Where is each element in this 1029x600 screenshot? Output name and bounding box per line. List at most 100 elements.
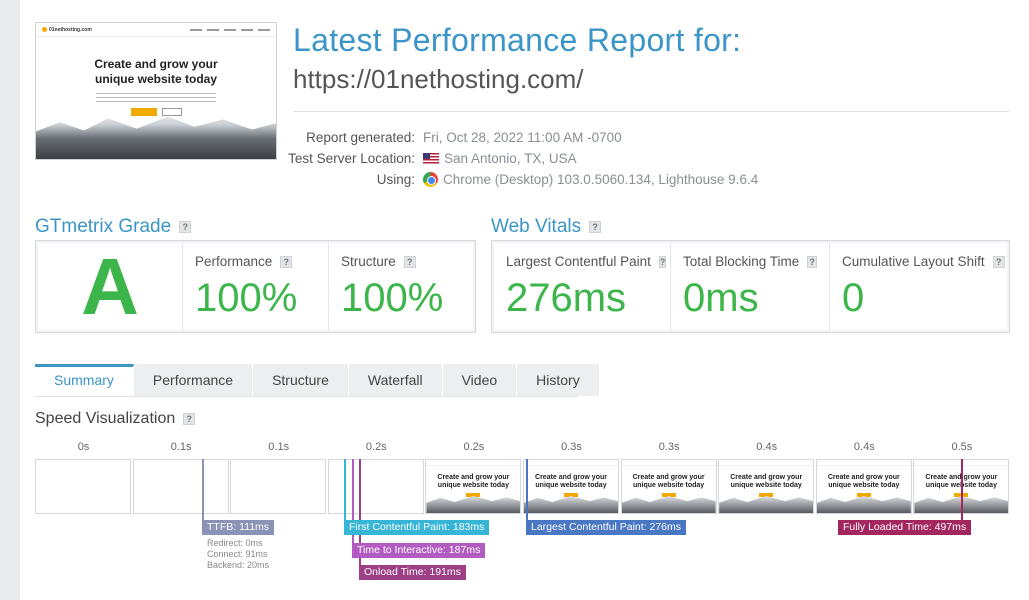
- help-icon[interactable]: ?: [183, 413, 196, 425]
- help-icon[interactable]: ?: [589, 221, 602, 233]
- filmstrip-frame[interactable]: Create and grow your unique website today: [718, 459, 815, 514]
- frame-nav: [621, 460, 716, 466]
- meta-label: Test Server Location:: [288, 151, 415, 166]
- help-icon[interactable]: ?: [658, 255, 667, 268]
- tab-video[interactable]: Video: [442, 364, 518, 396]
- onload-tag[interactable]: Onload Time: 191ms: [359, 565, 466, 580]
- tab-summary[interactable]: Summary: [35, 364, 134, 396]
- timeline-label: 0.4s: [853, 441, 875, 453]
- frame-headline-2: unique website today: [437, 482, 509, 489]
- structure-score: 100%: [341, 276, 444, 320]
- timeline-label: 0s: [77, 441, 90, 453]
- tab-structure[interactable]: Structure: [253, 364, 349, 396]
- browser-version: Chrome (Desktop) 103.0.5060.134, Lightho…: [443, 172, 759, 187]
- filmstrip: Create and grow your unique website today…: [35, 459, 1011, 514]
- meta-report-generated: Report generated: Fri, Oct 28, 2022 11:0…: [260, 127, 758, 148]
- frame-headline-2: unique website today: [730, 482, 802, 489]
- thumbnail-hero: Create and grow your unique website toda…: [36, 37, 276, 116]
- report-card: 01nethosting.com Create and grow your un…: [20, 0, 1029, 600]
- lcp-value: 276ms: [506, 276, 627, 320]
- thumbnail-nav: 01nethosting.com: [36, 23, 276, 37]
- tbt-label: Total Blocking Time: [683, 254, 800, 269]
- frame-headline-1: Create and grow your: [827, 474, 900, 481]
- timeline-label: 0.4s: [756, 441, 778, 453]
- report-url: https://01nethosting.com/: [293, 64, 584, 94]
- tab-waterfall[interactable]: Waterfall: [348, 364, 443, 396]
- grade-cell: A: [38, 243, 183, 330]
- thumbnail-logo: 01nethosting.com: [42, 27, 92, 33]
- web-vitals-title: Web Vitals: [491, 216, 582, 237]
- lcp-marker-line: [526, 459, 528, 521]
- help-icon[interactable]: ?: [403, 255, 416, 268]
- filmstrip-frame[interactable]: Create and grow your unique website today: [620, 459, 717, 514]
- frame-headline-1: Create and grow your: [632, 474, 705, 481]
- divider: [293, 111, 1009, 112]
- connect-time: Connect: 91ms: [207, 549, 268, 559]
- filmstrip-frame[interactable]: [35, 459, 131, 514]
- help-icon[interactable]: ?: [992, 255, 1005, 268]
- thumbnail-headline-2: unique website today: [94, 72, 217, 86]
- thumbnail-buttons: [36, 108, 276, 116]
- ttfb-tag[interactable]: TTFB: 111ms: [202, 520, 275, 535]
- frame-headline-1: Create and grow your: [437, 474, 510, 481]
- frame-mountains: [719, 496, 814, 513]
- gtmetrix-grade-panel: A Performance? 100% Structure? 100%: [35, 240, 476, 333]
- meta-server-location: Test Server Location: San Antonio, TX, U…: [260, 148, 758, 169]
- lcp-label: Largest Contentful Paint: [506, 254, 651, 269]
- lcp-metric: Largest Contentful Paint? 276ms: [494, 243, 671, 330]
- structure-metric: Structure? 100%: [329, 243, 473, 330]
- cls-metric: Cumulative Layout Shift? 0: [830, 243, 1017, 330]
- fully-loaded-marker-line: [961, 459, 963, 521]
- frame-mountains: [621, 496, 716, 513]
- help-icon[interactable]: ?: [280, 255, 293, 268]
- gtmetrix-grade-title: GTmetrix Grade: [35, 216, 172, 237]
- filmstrip-frame[interactable]: Create and grow your unique website today: [815, 459, 912, 514]
- tab-performance[interactable]: Performance: [133, 364, 254, 396]
- report-date: Fri, Oct 28, 2022 11:00 AM -0700: [423, 130, 622, 145]
- fcp-tag[interactable]: First Contentful Paint: 183ms: [344, 520, 490, 535]
- frame-nav: [524, 460, 618, 466]
- lcp-tag[interactable]: Largest Contentful Paint: 276ms: [526, 520, 687, 535]
- meta-label: Using:: [376, 172, 415, 187]
- filmstrip-frame[interactable]: [327, 459, 424, 514]
- speed-visualization-heading: Speed Visualization ?: [35, 410, 196, 428]
- filmstrip-frame[interactable]: [230, 459, 327, 514]
- help-icon[interactable]: ?: [807, 255, 817, 268]
- thumbnail-headline-1: Create and grow your: [94, 57, 218, 71]
- filmstrip-frame[interactable]: Create and grow your unique website today: [523, 459, 619, 514]
- meta-label: Report generated:: [306, 130, 415, 145]
- filmstrip-frame[interactable]: Create and grow your unique website today: [425, 459, 522, 514]
- frame-headline: Create and grow your unique website today: [524, 474, 618, 490]
- timeline-label: 0.3s: [658, 441, 680, 453]
- tbt-metric: Total Blocking Time? 0ms: [671, 243, 830, 330]
- page-screenshot-thumbnail[interactable]: 01nethosting.com Create and grow your un…: [35, 22, 277, 160]
- frame-mountains: [524, 496, 618, 513]
- cls-value: 0: [842, 276, 865, 320]
- timeline-time-labels: 0s 0.1s 0.1s 0.2s 0.2s 0.3s 0.3s 0.4s 0.4s 0.5s: [35, 441, 1011, 455]
- timeline-label: 0.1s: [170, 441, 192, 453]
- thumbnail-mountains: [36, 116, 276, 159]
- timeline-label: 0.5s: [951, 441, 973, 453]
- tbt-value: 0ms: [683, 276, 759, 320]
- frame-headline: Create and grow your unique website today: [719, 474, 813, 490]
- timeline-label: 0.2s: [365, 441, 387, 453]
- performance-label: Performance: [195, 254, 273, 269]
- timeline-label: 0.3s: [561, 441, 582, 453]
- filmstrip-frame[interactable]: [132, 459, 229, 514]
- frame-headline: Create and grow your unique website today: [426, 474, 520, 490]
- structure-label: Structure: [341, 254, 396, 269]
- web-vitals-heading: Web Vitals ?: [491, 216, 602, 238]
- speed-visualization-title: Speed Visualization: [35, 410, 176, 427]
- timeline-label: 0.2s: [463, 441, 485, 453]
- frame-headline-2: unique website today: [535, 482, 607, 489]
- help-icon[interactable]: ?: [179, 221, 192, 233]
- thumbnail-paragraph: [96, 93, 216, 103]
- tti-tag[interactable]: Time to Interactive: 187ms: [352, 543, 486, 558]
- timeline-label: 0.1s: [268, 441, 290, 453]
- redirect-time: Redirect: 0ms: [207, 538, 263, 548]
- thumbnail-nav-links: [190, 28, 270, 31]
- fully-loaded-tag[interactable]: Fully Loaded Time: 497ms: [838, 520, 972, 535]
- tab-history[interactable]: History: [517, 364, 600, 396]
- frame-headline-2: unique website today: [633, 482, 705, 489]
- frame-headline-2: unique website today: [828, 482, 900, 489]
